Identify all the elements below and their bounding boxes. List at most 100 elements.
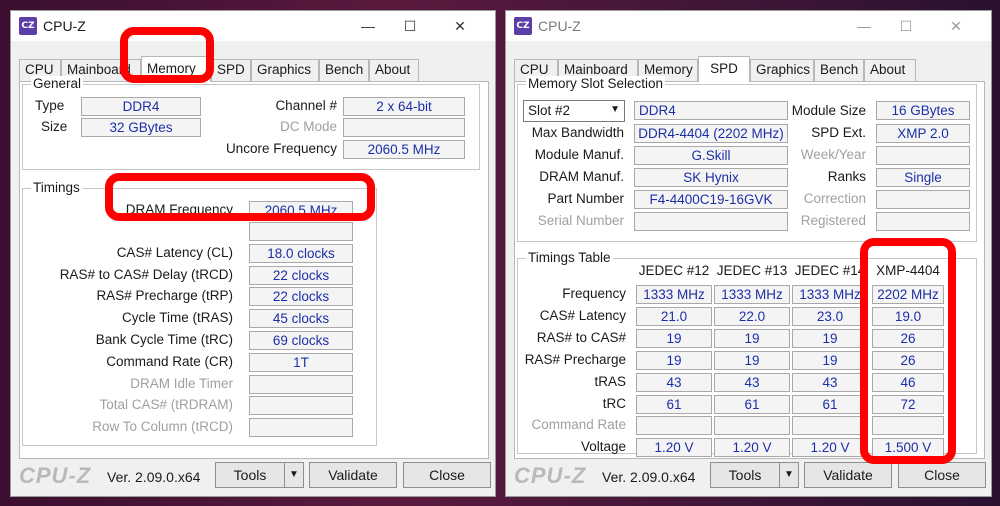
serial-number-label: Serial Number (537, 213, 624, 228)
cpuz-logo: CPU-Z (514, 463, 587, 488)
tab-about[interactable]: About (369, 59, 419, 81)
ras-precharge-jedec14: 19 (792, 351, 868, 370)
minimize-icon[interactable]: — (347, 11, 389, 41)
uncore-label: Uncore Frequency (225, 141, 337, 156)
size-label: Size (41, 119, 68, 134)
tab-graphics[interactable]: Graphics (750, 59, 814, 81)
cas-jedec14: 23.0 (792, 307, 868, 326)
minimize-icon[interactable]: — (843, 11, 885, 41)
command-rate-label: Command Rate (CR) (106, 354, 233, 369)
validate-button[interactable]: Validate (309, 462, 397, 488)
tools-dropdown-arrow-icon[interactable]: ▼ (779, 462, 799, 488)
ras-to-cas-jedec13: 19 (714, 329, 790, 348)
cpuz-app-icon: CZ (514, 17, 532, 35)
cas-jedec13: 22.0 (714, 307, 790, 326)
frequency-jedec14: 1333 MHz (792, 285, 868, 304)
spd-ext-label: SPD Ext. (811, 125, 866, 140)
close-icon[interactable]: ✕ (935, 11, 977, 41)
highlight-memory-tab (120, 27, 214, 83)
slot-selection-title: Memory Slot Selection (526, 76, 666, 91)
ras-to-cas-jedec14: 19 (792, 329, 868, 348)
trcd-value: 22 clocks (249, 266, 353, 285)
tab-about[interactable]: About (864, 59, 916, 81)
title-bar[interactable]: CZ CPU-Z — ☐ ✕ (11, 11, 495, 41)
general-title: General (31, 76, 84, 91)
ras-to-cas-label: RAS# to CAS# (536, 330, 626, 345)
voltage-label: Voltage (580, 439, 626, 454)
tab-spd[interactable]: SPD (211, 59, 251, 81)
idle-timer-value (249, 375, 353, 394)
module-size-label: Module Size (791, 103, 866, 118)
window-title: CPU-Z (43, 18, 86, 34)
command-rate-jedec14 (792, 416, 868, 435)
title-bar[interactable]: CZ CPU-Z — ☐ ✕ (506, 11, 991, 41)
week-year-value (876, 146, 970, 165)
tras-label: Cycle Time (tRAS) (121, 310, 233, 325)
trp-label: RAS# Precharge (tRP) (96, 288, 233, 303)
cas-latency-label: CAS# Latency (CL) (116, 245, 233, 260)
close-button[interactable]: Close (403, 462, 491, 488)
tab-bench[interactable]: Bench (814, 59, 864, 81)
type-label: Type (35, 98, 65, 113)
voltage-jedec13: 1.20 V (714, 438, 790, 457)
close-icon[interactable]: ✕ (439, 11, 481, 41)
cas-jedec12: 21.0 (636, 307, 712, 326)
left-cpuz-window: CZ CPU-Z — ☐ ✕ CPU Mainboard Memory SPD … (10, 10, 496, 497)
highlight-dram-frequency (105, 173, 375, 221)
tab-bench[interactable]: Bench (319, 59, 369, 81)
voltage-jedec12: 1.20 V (636, 438, 712, 457)
tools-dropdown-arrow-icon[interactable]: ▼ (284, 462, 304, 488)
tools-button[interactable]: Tools (710, 462, 780, 488)
ras-to-cas-jedec12: 19 (636, 329, 712, 348)
ranks-value: Single (876, 168, 970, 187)
module-size-value: 16 GBytes (876, 101, 970, 120)
serial-number-value (634, 212, 788, 231)
tab-graphics[interactable]: Graphics (251, 59, 319, 81)
trcd-label: RAS# to CAS# Delay (tRCD) (59, 267, 233, 282)
maximize-icon[interactable]: ☐ (389, 11, 431, 41)
trc-label: Bank Cycle Time (tRC) (95, 332, 233, 347)
row-to-column-label: Row To Column (tRCD) (92, 419, 233, 434)
voltage-jedec14: 1.20 V (792, 438, 868, 457)
col-header-jedec13: JEDEC #13 (716, 263, 788, 278)
correction-label: Correction (803, 191, 866, 206)
ras-precharge-jedec13: 19 (714, 351, 790, 370)
fsb-dram-value (249, 222, 353, 241)
tools-button[interactable]: Tools (215, 462, 285, 488)
close-button[interactable]: Close (898, 462, 986, 488)
ras-precharge-label: RAS# Precharge (524, 352, 626, 367)
tras-jedec13: 43 (714, 373, 790, 392)
tras-value: 45 clocks (249, 309, 353, 328)
slot-select[interactable]: Slot #2 ▼ (523, 100, 625, 122)
trp-value: 22 clocks (249, 287, 353, 306)
channel-label: Channel # (275, 98, 337, 113)
total-cas-label: Total CAS# (tRDRAM) (99, 397, 233, 412)
general-group: General Type DDR4 Size 32 GBytes Channel… (22, 76, 480, 170)
week-year-label: Week/Year (800, 147, 866, 162)
ddr-type-value: DDR4 (634, 101, 788, 120)
total-cas-value (249, 396, 353, 415)
tras-jedec12: 43 (636, 373, 712, 392)
command-rate-jedec13 (714, 416, 790, 435)
max-bandwidth-value: DDR4-4404 (2202 MHz) (634, 124, 788, 143)
trc-jedec13: 61 (714, 395, 790, 414)
size-value: 32 GBytes (81, 118, 201, 137)
dcmode-label: DC Mode (279, 119, 337, 134)
ranks-label: Ranks (827, 169, 866, 184)
trc-label: tRC (602, 396, 626, 411)
module-manuf-value: G.Skill (634, 146, 788, 165)
part-number-label: Part Number (547, 191, 624, 206)
tab-spd[interactable]: SPD (698, 56, 750, 82)
timings-group: Timings DRAM Frequency 2060.5 MHz CAS# L… (22, 180, 377, 446)
validate-button[interactable]: Validate (804, 462, 892, 488)
col-header-jedec14: JEDEC #14 (794, 263, 866, 278)
cas-latency-value: 18.0 clocks (249, 244, 353, 263)
memory-panel: General Type DDR4 Size 32 GBytes Channel… (19, 76, 489, 459)
tras-label: tRAS (594, 374, 626, 389)
spd-ext-value: XMP 2.0 (876, 124, 970, 143)
command-rate-label: Command Rate (531, 417, 626, 432)
slot-selection-group: Memory Slot Selection Slot #2 ▼ DDR4 Mod… (517, 76, 977, 242)
maximize-icon[interactable]: ☐ (885, 11, 927, 41)
dram-manuf-label: DRAM Manuf. (539, 169, 624, 184)
channel-value: 2 x 64-bit (343, 97, 465, 116)
